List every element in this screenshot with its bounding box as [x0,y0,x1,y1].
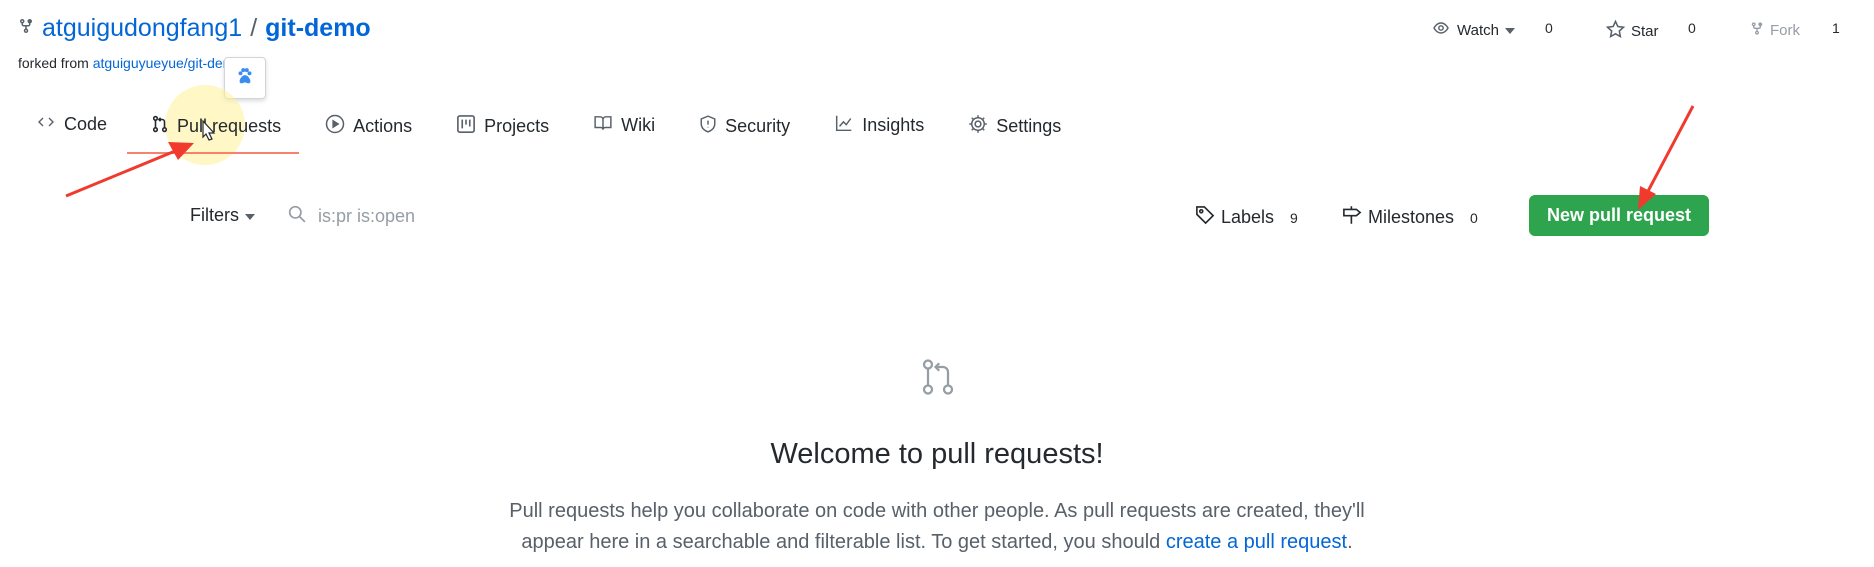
repo-title: atguigudongfang1 / git-demo [18,14,371,43]
code-icon [36,114,56,135]
paw-icon [236,67,254,90]
forked-from-link[interactable]: atguiguyueyue/git-demo [93,55,242,71]
tab-settings[interactable]: Settings [968,110,1061,143]
annotation-arrows [65,105,1695,210]
project-icon [456,114,476,139]
tab-actions[interactable]: Actions [325,110,412,143]
search-input[interactable] [316,205,620,228]
gear-icon [968,114,988,139]
tag-icon [1195,205,1215,230]
watch-label: Watch [1457,21,1499,39]
star-button[interactable]: Star [1605,19,1659,43]
milestones-button[interactable]: Milestones 0 [1342,205,1478,230]
repo-nav-tabs: Code Pull requests Actions Projects Wiki… [36,110,1105,150]
tab-pull-requests-label: Pull requests [177,116,282,136]
shield-icon [699,114,717,139]
git-pull-request-icon [151,114,169,139]
repo-forked-icon [1750,20,1764,41]
repo-owner-link[interactable]: atguigudongfang1 [42,14,242,43]
repo-forked-icon [18,14,34,43]
caret-down-icon [245,205,255,226]
repo-name-link[interactable]: git-demo [265,14,371,43]
blankslate-desc-end: . [1347,531,1353,553]
milestones-label: Milestones [1368,207,1455,227]
filters-label: Filters [190,205,239,225]
tab-actions-label: Actions [353,116,413,136]
tab-code-label: Code [64,114,108,134]
tab-pull-requests[interactable]: Pull requests [151,110,281,143]
graph-icon [834,114,854,137]
paw-extension-popup[interactable] [224,57,266,99]
caret-down-icon [1504,22,1515,39]
create-pull-request-link[interactable]: create a pull request [1166,531,1347,553]
search-box [288,205,620,228]
book-icon [593,114,613,137]
labels-count: 9 [1290,209,1298,226]
tab-insights-label: Insights [862,115,925,135]
tab-security[interactable]: Security [699,110,790,143]
blankslate-desc-line2-wrap: appear here in a searchable and filterab… [487,527,1387,558]
tab-insights[interactable]: Insights [834,110,924,141]
milestones-count: 0 [1470,209,1478,226]
fork-count[interactable]: 1 [1832,20,1840,36]
git-pull-request-icon [918,357,958,402]
blankslate-description: Pull requests help you collaborate on co… [487,496,1387,558]
tab-wiki[interactable]: Wiki [593,110,655,141]
eye-icon [1431,20,1451,40]
tab-wiki-label: Wiki [621,115,656,135]
selected-tab-underline [127,152,299,154]
blankslate-title: Welcome to pull requests! [770,438,1104,470]
forked-from: forked from atguiguyueyue/git-demo [18,55,242,71]
tab-projects[interactable]: Projects [456,110,549,143]
watch-count[interactable]: 0 [1545,20,1553,36]
search-icon [288,205,306,228]
fork-button[interactable]: Fork [1750,20,1800,41]
filters-button[interactable]: Filters [190,205,255,226]
tab-settings-label: Settings [996,116,1062,136]
tab-code[interactable]: Code [36,110,107,139]
repo-separator: / [250,14,258,42]
star-label: Star [1631,23,1659,40]
blankslate-desc-line1: Pull requests help you collaborate on co… [509,500,1365,522]
blankslate-desc-line2: appear here in a searchable and filterab… [521,531,1166,553]
labels-button[interactable]: Labels 9 [1195,205,1298,230]
fork-label: Fork [1770,22,1800,39]
forked-from-label: forked from [18,55,93,71]
star-count[interactable]: 0 [1688,20,1696,36]
play-icon [325,114,345,139]
watch-button[interactable]: Watch [1431,20,1515,40]
labels-label: Labels [1221,207,1275,227]
new-pull-request-button[interactable]: New pull request [1529,195,1709,236]
tab-security-label: Security [725,116,791,136]
tab-projects-label: Projects [484,116,550,136]
milestone-icon [1342,205,1362,230]
star-icon [1605,19,1626,43]
